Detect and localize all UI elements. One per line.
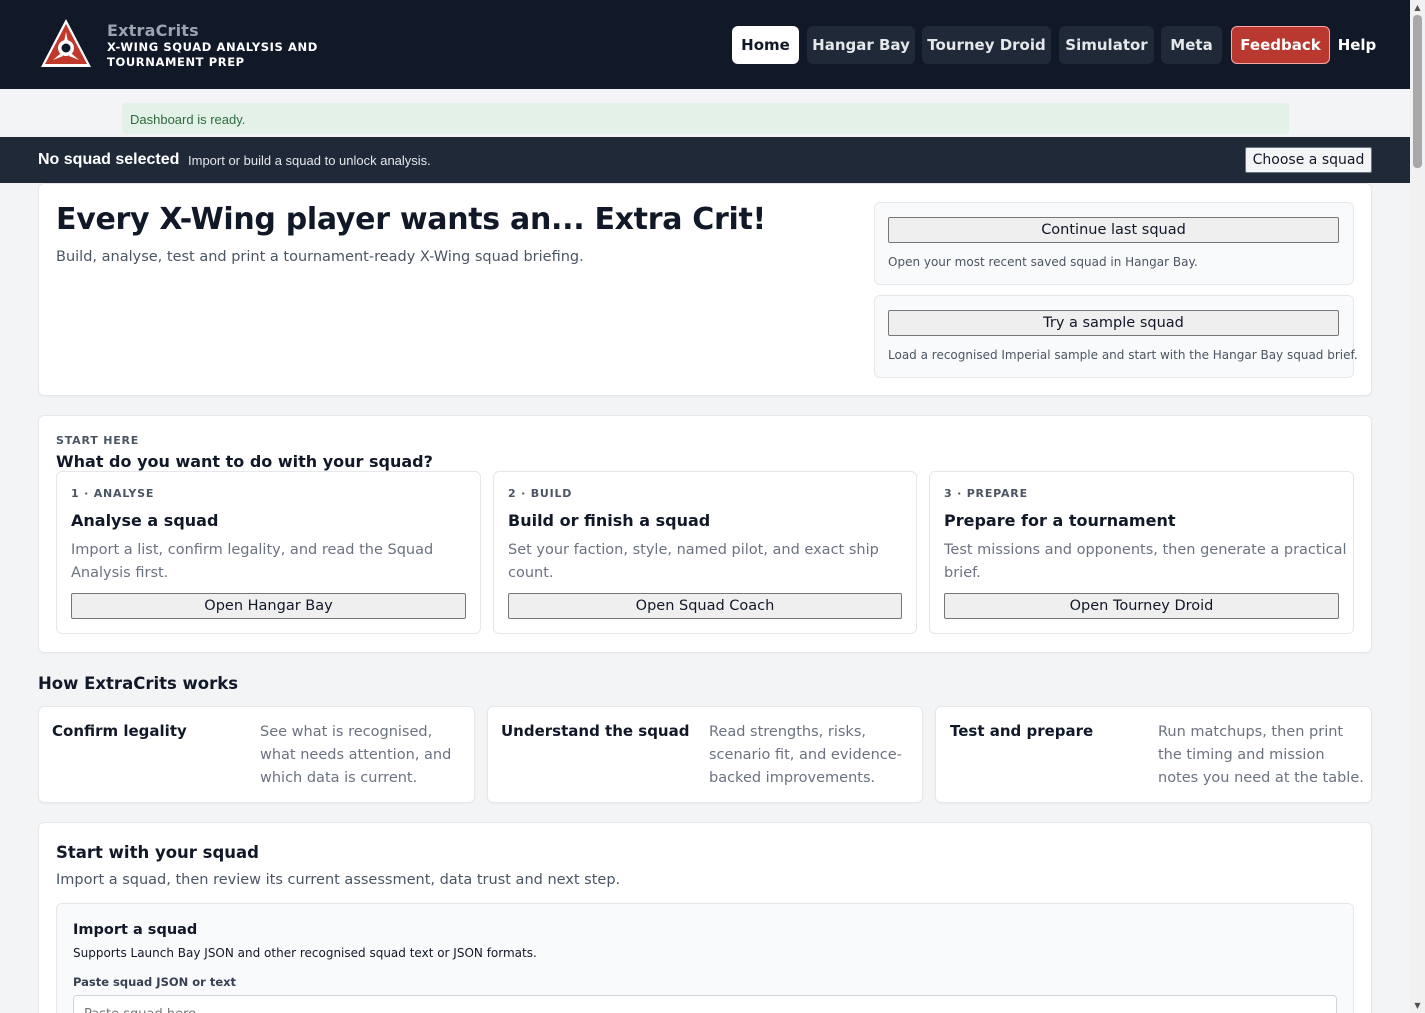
step-body-line: count. bbox=[508, 565, 554, 581]
extracrits-logo-icon[interactable] bbox=[40, 18, 92, 68]
hero-subtitle: Build, analyse, test and print a tournam… bbox=[56, 249, 584, 265]
step-title: Prepare for a tournament bbox=[944, 511, 1176, 530]
squad-text-input[interactable] bbox=[73, 995, 1337, 1013]
step-eyebrow: 1 · ANALYSE bbox=[71, 487, 155, 500]
how-card-body-line: the timing and mission bbox=[1158, 747, 1325, 763]
how-card-body-line: which data is current. bbox=[260, 770, 418, 786]
nav-meta[interactable]: Meta bbox=[1161, 26, 1222, 64]
import-squad-subtitle: Supports Launch Bay JSON and other recog… bbox=[73, 946, 537, 960]
squad-status: No squad selected bbox=[38, 151, 180, 168]
step-body-line: Test missions and opponents, then genera… bbox=[944, 542, 1347, 558]
brand-tagline: X-WING SQUAD ANALYSIS AND TOURNAMENT PRE… bbox=[107, 40, 318, 69]
step-title: Build or finish a squad bbox=[508, 511, 711, 530]
how-it-works-heading: How ExtraCrits works bbox=[38, 674, 239, 693]
continue-squad-note: Open your most recent saved squad in Han… bbox=[888, 255, 1198, 269]
status-alert: Dashboard is ready. bbox=[122, 103, 1289, 134]
how-card-body-line: notes you need at the table. bbox=[1158, 770, 1364, 786]
step-body-line: Analysis first. bbox=[71, 565, 169, 581]
sample-squad-note: Load a recognised Imperial sample and st… bbox=[888, 348, 1358, 362]
page-scrollbar-thumb[interactable] bbox=[1413, 15, 1422, 168]
open-hangar-bay-button[interactable]: Open Hangar Bay bbox=[71, 593, 466, 619]
start-here-heading: What do you want to do with your squad? bbox=[56, 452, 433, 471]
step-title: Analyse a squad bbox=[71, 511, 219, 530]
nav-tourney-droid[interactable]: Tourney Droid bbox=[922, 26, 1051, 64]
step-body-line: Import a list, confirm legality, and rea… bbox=[71, 542, 434, 558]
how-card-body-line: what needs attention, and bbox=[260, 747, 452, 763]
step-body-line: brief. bbox=[944, 565, 981, 581]
step-eyebrow: 2 · BUILD bbox=[508, 487, 573, 500]
how-card-title: Understand the squad bbox=[501, 722, 690, 740]
import-squad-title: Import a squad bbox=[73, 922, 198, 938]
nav-home[interactable]: Home bbox=[732, 26, 799, 64]
sample-squad-panel bbox=[874, 295, 1354, 378]
how-card-title: Confirm legality bbox=[52, 722, 187, 740]
try-sample-squad-button[interactable]: Try a sample squad bbox=[888, 310, 1339, 336]
how-card-body-line: Read strengths, risks, bbox=[709, 724, 866, 740]
nav-feedback[interactable]: Feedback bbox=[1231, 26, 1330, 64]
how-card-body-line: backed improvements. bbox=[709, 770, 876, 786]
scroll-down-arrow-icon[interactable]: ▼ bbox=[1410, 998, 1425, 1013]
start-with-squad-subtitle: Import a squad, then review its current … bbox=[56, 872, 621, 888]
nav-help[interactable]: Help bbox=[1336, 26, 1378, 64]
step-body-line: Set your faction, style, named pilot, an… bbox=[508, 542, 879, 558]
start-here-eyebrow: START HERE bbox=[56, 434, 140, 447]
start-with-squad-heading: Start with your squad bbox=[56, 843, 259, 862]
how-card-body-line: Run matchups, then print bbox=[1158, 724, 1344, 740]
nav-simulator[interactable]: Simulator bbox=[1059, 26, 1154, 64]
squad-text-label: Paste squad JSON or text bbox=[73, 975, 237, 989]
how-card-title: Test and prepare bbox=[950, 722, 1094, 740]
how-card-body-line: scenario fit, and evidence- bbox=[709, 747, 902, 763]
continue-squad-panel bbox=[874, 202, 1354, 285]
continue-last-squad-button[interactable]: Continue last squad bbox=[888, 217, 1339, 243]
brand-name[interactable]: ExtraCrits bbox=[107, 21, 199, 40]
choose-squad-button[interactable]: Choose a squad bbox=[1245, 147, 1372, 173]
squad-hint: Import or build a squad to unlock analys… bbox=[188, 153, 431, 168]
open-squad-coach-button[interactable]: Open Squad Coach bbox=[508, 593, 902, 619]
step-eyebrow: 3 · PREPARE bbox=[944, 487, 1028, 500]
scroll-up-arrow-icon[interactable]: ▲ bbox=[1410, 0, 1425, 15]
open-tourney-droid-button[interactable]: Open Tourney Droid bbox=[944, 593, 1339, 619]
how-card-body-line: See what is recognised, bbox=[260, 724, 433, 740]
nav-hangar-bay[interactable]: Hangar Bay bbox=[807, 26, 915, 64]
hero-title: Every X-Wing player wants an... Extra Cr… bbox=[56, 202, 766, 237]
